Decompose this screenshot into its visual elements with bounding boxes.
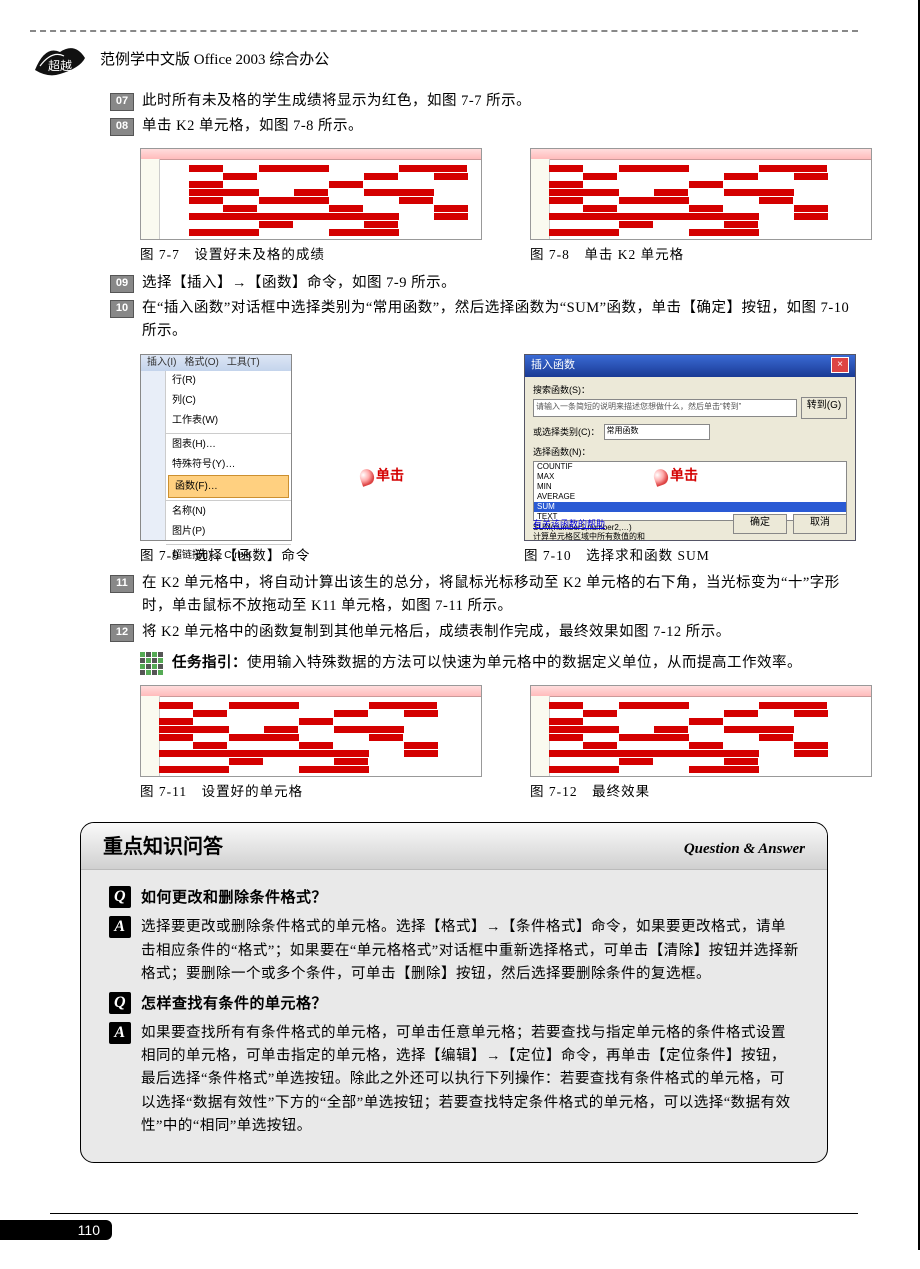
menu-item: 名称(N) bbox=[166, 500, 291, 522]
qa-answer-1: 选择要更改或删除条件格式的单元格。选择【格式】→【条件格式】命令，如果要更改格式… bbox=[141, 916, 799, 986]
caption-7-10: 图 7-10 选择求和函数 SUM bbox=[524, 545, 858, 567]
header-title: 范例学中文版 Office 2003 综合办公 bbox=[100, 48, 329, 72]
qa-question-2: 怎样查找有条件的单元格？ bbox=[141, 992, 327, 1016]
step-text: 单击 K2 单元格，如图 7-8 所示。 bbox=[142, 115, 858, 138]
dialog-search-label: 搜索函数(S)： bbox=[533, 383, 847, 397]
tip-label: 任务指引： bbox=[172, 655, 247, 671]
caption-7-8: 图 7-8 单击 K2 单元格 bbox=[530, 244, 870, 266]
a-icon: A bbox=[109, 916, 131, 938]
tip-marker-icon bbox=[140, 652, 166, 675]
svg-text:超越: 超越 bbox=[48, 58, 72, 73]
task-tip: 任务指引：使用输入特殊数据的方法可以快速为单元格中的数据定义单位，从而提高工作效… bbox=[140, 652, 858, 675]
caption-7-12: 图 7-12 最终效果 bbox=[530, 781, 870, 803]
dialog-go-button: 转到(G) bbox=[801, 397, 847, 419]
dialog-cancel-button: 取消 bbox=[793, 514, 847, 534]
figure-7-7 bbox=[140, 148, 482, 240]
step-number: 07 bbox=[110, 93, 134, 111]
page-number: 110 bbox=[0, 1220, 112, 1240]
qa-section: 重点知识问答 Question & Answer Q 如何更改和删除条件格式？ … bbox=[80, 822, 828, 1163]
book-logo-icon: 超越 bbox=[30, 40, 90, 80]
step-text: 将 K2 单元格中的函数复制到其他单元格后，成绩表制作完成，最终效果如图 7-1… bbox=[142, 621, 858, 644]
figure-7-8 bbox=[530, 148, 872, 240]
step-12: 12 将 K2 单元格中的函数复制到其他单元格后，成绩表制作完成，最终效果如图 … bbox=[110, 621, 858, 644]
step-text: 选择【插入】→【函数】命令，如图 7-9 所示。 bbox=[142, 272, 858, 295]
figure-7-9: 插入(I) 格式(O) 工具(T) 行(R) 列(C) 工作表(W) 图表(H)… bbox=[140, 354, 292, 541]
q-icon: Q bbox=[109, 992, 131, 1014]
dialog-cat-label: 或选择类别(C)： bbox=[533, 425, 600, 439]
figure-7-11 bbox=[140, 685, 482, 777]
caption-7-11: 图 7-11 设置好的单元格 bbox=[140, 781, 480, 803]
step-07: 07 此时所有未及格的学生成绩将显示为红色，如图 7-7 所示。 bbox=[110, 90, 858, 113]
step-09: 09 选择【插入】→【函数】命令，如图 7-9 所示。 bbox=[110, 272, 858, 295]
q-icon: Q bbox=[109, 886, 131, 908]
menu-item: 图片(P) bbox=[166, 522, 291, 542]
step-number: 12 bbox=[110, 624, 134, 642]
step-text: 此时所有未及格的学生成绩将显示为红色，如图 7-7 所示。 bbox=[142, 90, 858, 113]
dialog-cat-value: 常用函数 bbox=[604, 424, 710, 440]
step-11: 11 在 K2 单元格中，将自动计算出该生的总分，将鼠标光标移动至 K2 单元格… bbox=[110, 572, 858, 618]
a-icon: A bbox=[109, 1022, 131, 1044]
menu-item: 超链接(I)… Ctrl+K bbox=[166, 544, 291, 566]
menu-item: 列(C) bbox=[166, 391, 291, 411]
step-08: 08 单击 K2 单元格，如图 7-8 所示。 bbox=[110, 115, 858, 138]
step-text: 在 K2 单元格中，将自动计算出该生的总分，将鼠标光标移动至 K2 单元格的右下… bbox=[142, 572, 858, 618]
step-number: 11 bbox=[110, 575, 134, 593]
step-number: 09 bbox=[110, 275, 134, 293]
figure-7-12 bbox=[530, 685, 872, 777]
click-callout: 单击 bbox=[360, 466, 404, 488]
caption-7-7: 图 7-7 设置好未及格的成绩 bbox=[140, 244, 480, 266]
menu-head-insert: 插入(I) bbox=[147, 355, 176, 371]
menu-item: 图表(H)… bbox=[166, 433, 291, 455]
qa-subtitle: Question & Answer bbox=[684, 837, 805, 861]
dialog-help-link: 有关该函数的帮助 bbox=[533, 517, 605, 531]
click-callout: 单击 bbox=[654, 466, 698, 488]
page-header: 超越 范例学中文版 Office 2003 综合办公 bbox=[30, 40, 858, 80]
step-10: 10 在“插入函数”对话框中选择类别为“常用函数”，然后选择函数为“SUM”函数… bbox=[110, 297, 858, 343]
step-number: 10 bbox=[110, 300, 134, 318]
menu-item: 行(R) bbox=[166, 371, 291, 391]
qa-question-1: 如何更改和删除条件格式？ bbox=[141, 886, 327, 910]
qa-title: 重点知识问答 bbox=[103, 831, 223, 863]
close-icon: × bbox=[831, 357, 849, 373]
menu-item: 工作表(W) bbox=[166, 411, 291, 431]
menu-head-tools: 工具(T) bbox=[227, 355, 260, 371]
menu-head-format: 格式(O) bbox=[184, 355, 218, 371]
dialog-ok-button: 确定 bbox=[733, 514, 787, 534]
dialog-title: 插入函数 bbox=[531, 357, 575, 375]
menu-item: 特殊符号(Y)… bbox=[166, 455, 291, 475]
step-text: 在“插入函数”对话框中选择类别为“常用函数”，然后选择函数为“SUM”函数，单击… bbox=[142, 297, 858, 343]
dialog-search-hint: 请输入一条简短的说明来描述您想做什么，然后单击“转到” bbox=[533, 399, 797, 417]
qa-answer-2: 如果要查找所有有条件格式的单元格，可单击任意单元格；若要查找与指定单元格的条件格… bbox=[141, 1022, 799, 1138]
dialog-list-label: 选择函数(N)： bbox=[533, 445, 847, 459]
tip-text: 使用输入特殊数据的方法可以快速为单元格中的数据定义单位，从而提高工作效率。 bbox=[247, 655, 802, 671]
figure-7-10: 插入函数 × 搜索函数(S)： 请输入一条简短的说明来描述您想做什么，然后单击“… bbox=[524, 354, 856, 541]
step-number: 08 bbox=[110, 118, 134, 136]
menu-item-function: 函数(F)… bbox=[168, 475, 289, 498]
